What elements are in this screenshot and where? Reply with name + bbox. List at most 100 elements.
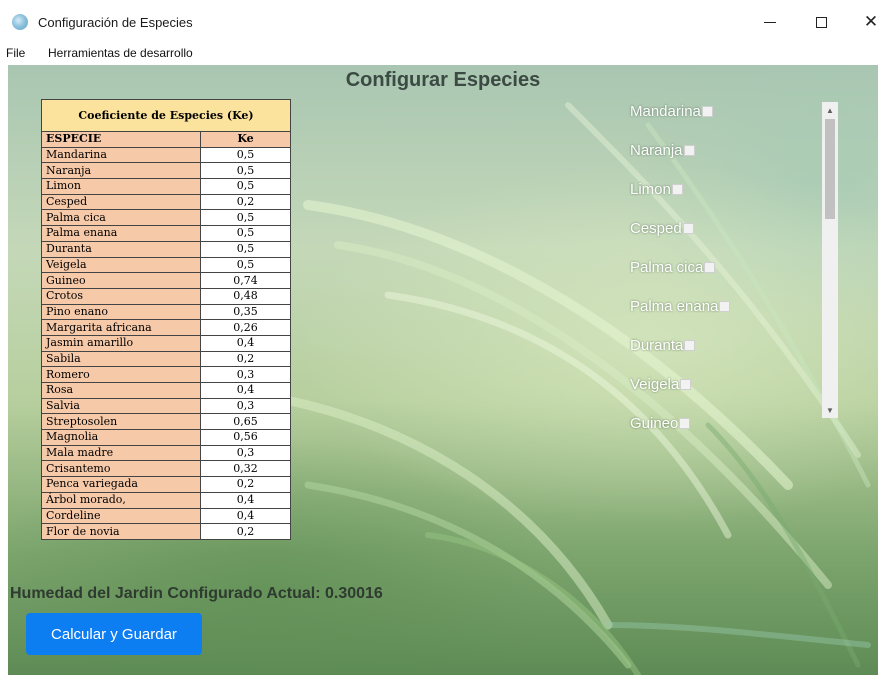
- species-label: Mandarina: [630, 103, 701, 120]
- scroll-down-icon[interactable]: ▼: [822, 402, 838, 418]
- species-checkbox[interactable]: [704, 262, 716, 273]
- species-name-cell: Veigela: [41, 256, 201, 274]
- species-list-item[interactable]: Veigela: [630, 376, 692, 393]
- species-ke-cell: 0,5: [200, 209, 291, 227]
- coefficient-header-species: ESPECIE: [41, 131, 201, 148]
- table-row: Cordeline 0,4: [41, 507, 291, 525]
- species-ke-cell: 0,2: [200, 476, 291, 493]
- species-checkbox[interactable]: [682, 223, 694, 234]
- species-label: Duranta: [630, 337, 684, 354]
- species-name-cell: Margarita africana: [41, 319, 201, 336]
- species-ke-cell: 0,48: [200, 287, 291, 305]
- species-name-cell: Cesped: [41, 193, 201, 211]
- menu-dev-tools[interactable]: Herramientas de desarrollo: [48, 46, 193, 60]
- species-ke-cell: 0,3: [200, 366, 291, 383]
- app-window: Configuración de Especies ✕ File Herrami…: [0, 0, 886, 675]
- app-icon: [12, 14, 28, 30]
- title-bar: Configuración de Especies ✕: [0, 0, 886, 44]
- species-checkbox[interactable]: [701, 106, 713, 117]
- species-list-item[interactable]: Limon: [630, 181, 683, 198]
- species-checkbox[interactable]: [671, 184, 683, 195]
- species-list-item[interactable]: Palma enana: [630, 298, 731, 315]
- table-row: Pino enano 0,35: [41, 303, 291, 321]
- species-name-cell: Cordeline: [41, 507, 201, 525]
- table-row: Duranta 0,5: [41, 240, 291, 258]
- menu-bar: File Herramientas de desarrollo: [0, 44, 886, 65]
- species-ke-cell: 0,26: [200, 319, 291, 336]
- species-name-cell: Árbol morado,: [41, 491, 201, 509]
- humidity-status: Humedad del Jardin Configurado Actual: 0…: [10, 585, 383, 602]
- species-name-cell: Palma cica: [41, 209, 201, 227]
- species-checkbox[interactable]: [684, 340, 696, 351]
- content-area: Configurar Especies Coeficiente de Espec…: [8, 65, 878, 675]
- species-name-cell: Salvia: [41, 397, 201, 415]
- table-row: Veigela 0,5: [41, 256, 291, 274]
- table-row: Limon 0,5: [41, 178, 291, 195]
- species-name-cell: Mandarina: [41, 146, 201, 164]
- species-name-cell: Penca variegada: [41, 476, 201, 493]
- species-ke-cell: 0,32: [200, 460, 291, 478]
- minimize-icon: [764, 21, 776, 23]
- species-ke-cell: 0,5: [200, 146, 291, 164]
- species-checkbox[interactable]: [719, 301, 731, 312]
- species-ke-cell: 0,3: [200, 444, 291, 462]
- species-name-cell: Crisantemo: [41, 460, 201, 478]
- species-list-item[interactable]: Naranja: [630, 142, 695, 159]
- species-list-item[interactable]: Guineo: [630, 415, 691, 432]
- species-name-cell: Pino enano: [41, 303, 201, 321]
- maximize-button[interactable]: [798, 0, 844, 44]
- table-row: Árbol morado, 0,4: [41, 491, 291, 509]
- window-title: Configuración de Especies: [38, 15, 193, 30]
- species-checkbox[interactable]: [683, 145, 695, 156]
- species-list-item[interactable]: Duranta: [630, 337, 696, 354]
- species-scrollbar[interactable]: ▲ ▼: [822, 102, 838, 418]
- species-name-cell: Streptosolen: [41, 413, 201, 431]
- species-label: Guineo: [630, 415, 679, 432]
- species-name-cell: Crotos: [41, 287, 201, 305]
- species-list-item[interactable]: Cesped: [630, 220, 694, 237]
- species-list-item[interactable]: Mandarina: [630, 103, 713, 120]
- species-label: Palma cica: [630, 259, 704, 276]
- species-ke-cell: 0,4: [200, 382, 291, 399]
- species-ke-cell: 0,35: [200, 303, 291, 321]
- minimize-button[interactable]: [747, 0, 793, 44]
- species-name-cell: Magnolia: [41, 429, 201, 446]
- species-label: Naranja: [630, 142, 683, 159]
- species-list-item[interactable]: Palma cica: [630, 259, 716, 276]
- species-ke-cell: 0,5: [200, 162, 291, 180]
- table-row: Crotos 0,48: [41, 287, 291, 305]
- table-row: Palma enana 0,5: [41, 225, 291, 242]
- species-name-cell: Guineo: [41, 272, 201, 289]
- species-ke-cell: 0,2: [200, 193, 291, 211]
- species-checkbox[interactable]: [679, 418, 691, 429]
- species-name-cell: Sabila: [41, 350, 201, 368]
- species-name-cell: Flor de novia: [41, 523, 201, 540]
- table-row: Flor de novia 0,2: [41, 523, 291, 540]
- table-row: Guineo 0,74: [41, 272, 291, 289]
- table-row: Streptosolen 0,65: [41, 413, 291, 431]
- species-name-cell: Rosa: [41, 382, 201, 399]
- maximize-icon: [815, 16, 827, 28]
- table-row: Cesped 0,2: [41, 193, 291, 211]
- species-ke-cell: 0,5: [200, 178, 291, 195]
- table-row: Penca variegada 0,2: [41, 476, 291, 493]
- coefficient-table: Coeficiente de Especies (Ke) ESPECIE Ke …: [41, 99, 291, 540]
- close-button[interactable]: ✕: [848, 0, 886, 44]
- table-row: Rosa 0,4: [41, 382, 291, 399]
- calculate-save-button[interactable]: Calcular y Guardar: [26, 613, 202, 655]
- close-icon: ✕: [863, 12, 879, 31]
- species-name-cell: Limon: [41, 178, 201, 195]
- table-row: Margarita africana 0,26: [41, 319, 291, 336]
- scroll-up-icon[interactable]: ▲: [822, 102, 838, 118]
- species-name-cell: Palma enana: [41, 225, 201, 242]
- species-ke-cell: 0,65: [200, 413, 291, 431]
- species-label: Cesped: [630, 220, 682, 237]
- species-name-cell: Naranja: [41, 162, 201, 180]
- menu-file[interactable]: File: [6, 46, 25, 60]
- species-checkbox[interactable]: [680, 379, 692, 390]
- scroll-thumb[interactable]: [825, 119, 835, 219]
- species-ke-cell: 0,74: [200, 272, 291, 289]
- species-name-cell: Jasmin amarillo: [41, 334, 201, 352]
- table-row: Sabila 0,2: [41, 350, 291, 368]
- species-ke-cell: 0,4: [200, 334, 291, 352]
